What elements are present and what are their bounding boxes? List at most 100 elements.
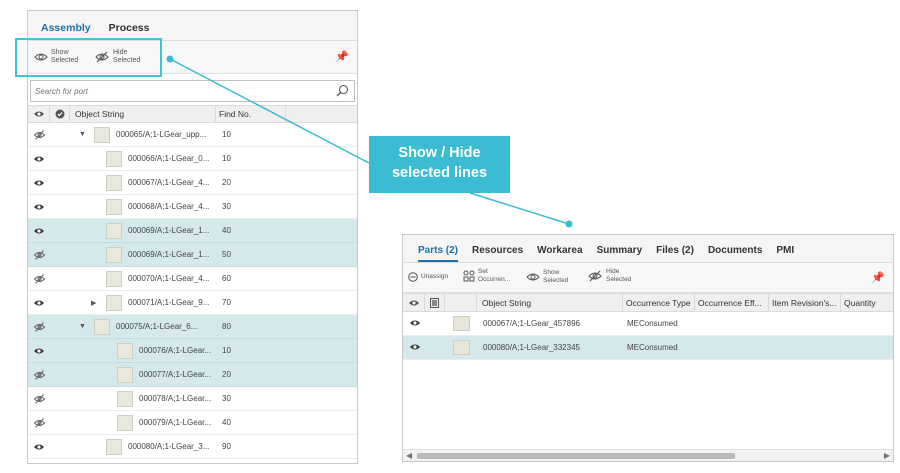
tree-row[interactable]: ▼ 000065/A;1-LGear_upp... 10	[28, 123, 357, 147]
find-no: 10	[222, 154, 231, 163]
tree-row[interactable]: 000079/A;1-LGear... 40	[28, 411, 357, 435]
tab-files[interactable]: Files (2)	[656, 245, 694, 262]
scroll-left-icon[interactable]: ◀	[406, 451, 412, 460]
eye-icon[interactable]	[28, 443, 50, 451]
unassign-button[interactable]: Unassign	[408, 272, 451, 282]
tree-row[interactable]: 000067/A;1-LGear_4... 20	[28, 171, 357, 195]
parts-panel: Parts (2) Resources Workarea Summary Fil…	[402, 234, 894, 462]
find-no: 20	[222, 370, 231, 379]
eye-icon	[408, 300, 419, 305]
hide-selected-right-label-2: Selected	[606, 275, 632, 283]
tree-row[interactable]: 000077/A;1-LGear... 20	[28, 363, 357, 387]
object-string: 000070/A;1-LGear_4...	[128, 274, 210, 283]
visibility-column-header[interactable]	[28, 106, 50, 122]
horizontal-scrollbar[interactable]: ◀ ▶	[403, 449, 893, 461]
eye-icon[interactable]	[28, 203, 50, 211]
eye-icon[interactable]	[28, 155, 50, 163]
tab-documents[interactable]: Documents	[708, 245, 762, 262]
checked-column-header[interactable]	[50, 106, 70, 122]
object-string: 000066/A;1-LGear_0...	[128, 154, 210, 163]
object-string: 000068/A;1-LGear_4...	[128, 202, 210, 211]
visibility-column-header[interactable]	[403, 294, 425, 311]
show-selected-right-label-2: Selected	[543, 276, 569, 284]
object-string: 000076/A;1-LGear...	[139, 346, 212, 355]
object-string: 000069/A;1-LGear_1...	[128, 226, 210, 235]
document-icon	[430, 297, 439, 308]
tab-parts[interactable]: Parts (2)	[418, 245, 459, 262]
tab-summary[interactable]: Summary	[597, 245, 643, 262]
set-occurrence-label-1: Set	[478, 268, 488, 275]
tree-row[interactable]: ▼ 000075/A;1-LGear_6... 80	[28, 315, 357, 339]
hide-selected-button-right[interactable]: Hide Selected	[587, 268, 636, 283]
occurrence-eff-column-header[interactable]: Occurrence Eff...	[695, 294, 769, 311]
tree-row[interactable]: 000080/A;1-LGear_3... 90	[28, 435, 357, 459]
part-thumbnail	[453, 340, 470, 355]
part-thumbnail	[106, 223, 122, 239]
object-string: 000071/A;1-LGear_9...	[128, 298, 210, 307]
part-thumbnail	[106, 175, 122, 191]
part-row[interactable]: 000067/A;1-LGear_457896 MEConsumed	[403, 312, 893, 336]
tree-row[interactable]: 000076/A;1-LGear... 10	[28, 339, 357, 363]
object-string: 000075/A;1-LGear_6...	[116, 322, 198, 331]
tab-workarea[interactable]: Workarea	[537, 245, 582, 262]
find-no: 10	[222, 130, 231, 139]
pin-icon[interactable]: 📌	[871, 271, 885, 284]
eye-icon[interactable]	[409, 343, 421, 353]
pin-icon[interactable]: 📌	[335, 50, 349, 63]
set-occurrence-button[interactable]: Set Occurren...	[463, 268, 511, 283]
tree-row[interactable]: 000069/A;1-LGear_1... 50	[28, 243, 357, 267]
eye-slash-icon[interactable]	[28, 417, 50, 428]
part-row[interactable]: 000080/A;1-LGear_332345 MEConsumed	[403, 336, 893, 360]
set-occurrence-label-2: Occurren...	[478, 275, 511, 283]
search-icon[interactable]	[336, 84, 349, 97]
object-string: 000080/A;1-LGear_332345	[483, 343, 580, 352]
tree-row[interactable]: 000068/A;1-LGear_4... 30	[28, 195, 357, 219]
eye-slash-icon[interactable]	[28, 129, 50, 140]
scrollbar-thumb[interactable]	[417, 453, 735, 459]
chevron-down-icon[interactable]: ▼	[79, 323, 86, 330]
occurrence-type: MEConsumed	[627, 343, 678, 352]
eye-slash-icon[interactable]	[28, 249, 50, 260]
tree-row[interactable]: 000078/A;1-LGear... 30	[28, 387, 357, 411]
tab-resources[interactable]: Resources	[472, 245, 523, 262]
chevron-down-icon[interactable]: ▼	[79, 131, 86, 138]
find-no: 20	[222, 178, 231, 187]
object-string: 000065/A;1-LGear_upp...	[116, 130, 207, 139]
item-revision-column-header[interactable]: Item Revision's...	[769, 294, 841, 311]
find-no: 50	[222, 250, 231, 259]
find-no: 90	[222, 442, 231, 451]
show-selected-button-right[interactable]: Show Selected	[526, 269, 573, 284]
tree-row[interactable]: 000070/A;1-LGear_4... 60	[28, 267, 357, 291]
eye-icon[interactable]	[28, 227, 50, 235]
part-thumbnail	[106, 439, 122, 455]
eye-slash-icon[interactable]	[28, 273, 50, 284]
object-string-column-header[interactable]: Object String	[477, 294, 623, 311]
tree-row[interactable]: 000066/A;1-LGear_0... 10	[28, 147, 357, 171]
parts-tabs: Parts (2) Resources Workarea Summary Fil…	[403, 235, 893, 263]
eye-icon[interactable]	[28, 299, 50, 307]
find-no: 30	[222, 394, 231, 403]
part-thumbnail	[106, 271, 122, 287]
eye-slash-icon[interactable]	[28, 369, 50, 380]
quantity-column-header[interactable]: Quantity	[841, 294, 893, 311]
eye-icon[interactable]	[28, 347, 50, 355]
type-column-header[interactable]	[425, 294, 445, 311]
tree-row[interactable]: 000069/A;1-LGear_1... 40	[28, 219, 357, 243]
search-box	[30, 80, 355, 102]
find-no-column-header[interactable]: Find No.	[216, 106, 286, 122]
tree-row[interactable]: ▶ 000071/A;1-LGear_9... 70	[28, 291, 357, 315]
object-string-column-header[interactable]: Object String	[70, 106, 216, 122]
chevron-right-icon[interactable]: ▶	[91, 299, 96, 307]
grid-header: Object String Find No.	[28, 105, 357, 123]
part-thumbnail	[106, 247, 122, 263]
eye-slash-icon[interactable]	[28, 393, 50, 404]
eye-slash-icon	[588, 270, 602, 281]
eye-icon[interactable]	[28, 179, 50, 187]
scroll-right-icon[interactable]: ▶	[884, 451, 890, 460]
eye-icon[interactable]	[409, 319, 421, 329]
occurrence-type-column-header[interactable]: Occurrence Type	[623, 294, 695, 311]
eye-slash-icon[interactable]	[28, 321, 50, 332]
part-thumbnail	[106, 151, 122, 167]
search-input[interactable]	[31, 81, 311, 101]
tab-pmi[interactable]: PMI	[776, 245, 794, 262]
